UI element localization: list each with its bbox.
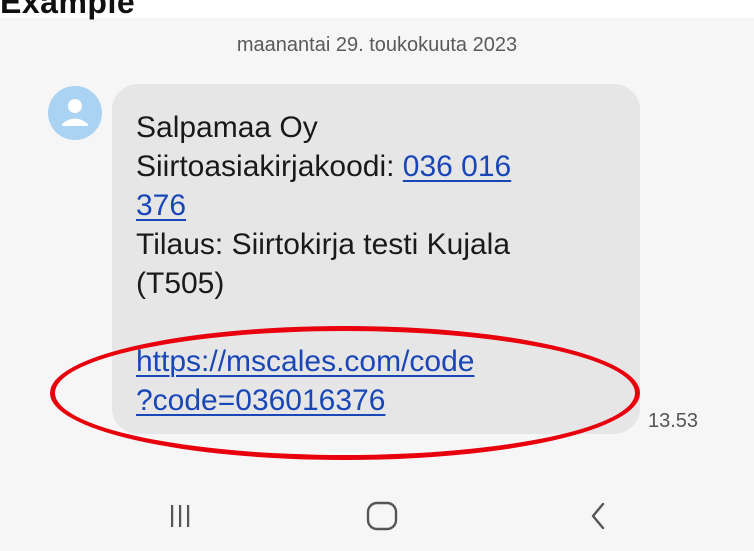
order-line: Tilaus: Siirtokirja testi Kujala [136, 228, 511, 261]
home-icon [366, 501, 398, 531]
home-button[interactable] [352, 494, 412, 538]
code-line-cont: 376 [136, 186, 616, 225]
conversation-date: maanantai 29. toukokuuta 2023 [236, 34, 518, 56]
url-link-part2[interactable]: ?code=036016376 [136, 384, 385, 417]
message-bubble[interactable]: Salpamaa Oy Siirtoasiakirjakoodi: 036 01… [112, 84, 640, 434]
url-line: https://mscales.com/code [136, 342, 616, 381]
sender-avatar[interactable] [48, 86, 102, 140]
messages-screen: Example maanantai 29. toukokuuta 2023 Sa… [0, 0, 754, 551]
recent-apps-icon [171, 505, 190, 527]
code-link-part1[interactable]: 036 016 [403, 150, 511, 183]
cropped-header: Example [0, 0, 754, 18]
code-label: Siirtoasiakirjakoodi: [136, 150, 403, 183]
back-icon [591, 502, 605, 530]
message-time: 13.53 [648, 410, 699, 432]
url-link-part1[interactable]: https://mscales.com/code [136, 345, 474, 378]
code-line: Siirtoasiakirjakoodi: 036 016 [136, 147, 616, 186]
back-button[interactable] [568, 494, 628, 538]
url-line-cont: ?code=036016376 [136, 381, 616, 420]
person-icon [62, 99, 88, 126]
navigation-bar [0, 480, 754, 551]
recent-apps-button[interactable] [150, 494, 210, 538]
order-line-cont: (T505) [136, 267, 225, 300]
code-link-part2[interactable]: 376 [136, 189, 186, 222]
cropped-header-text: Example [0, 0, 136, 20]
message-sender: Salpamaa Oy [136, 111, 318, 144]
